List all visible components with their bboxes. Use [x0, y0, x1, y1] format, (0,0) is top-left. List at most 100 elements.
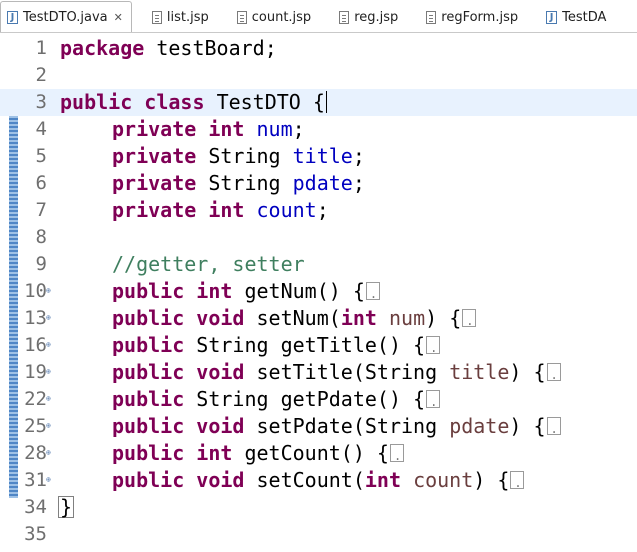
code-token: count — [413, 468, 474, 492]
code-line[interactable]: 35 — [0, 521, 637, 548]
tab-label: TestDTO.java — [23, 9, 108, 25]
line-number: 10 — [24, 280, 47, 302]
code-token: void — [196, 414, 245, 438]
code-line[interactable]: 9 //getter, setter — [0, 251, 637, 278]
code-token: public — [112, 414, 185, 438]
code-line[interactable]: 4 private int num; — [0, 116, 637, 143]
code-text: //getter, setter — [112, 251, 305, 278]
collapsed-code-marker[interactable] — [426, 389, 441, 416]
collapsed-code-marker[interactable] — [510, 470, 525, 497]
tab-count-jsp[interactable]: count.jsp — [231, 3, 319, 32]
code-token: num — [256, 117, 293, 141]
code-token: pdate — [449, 414, 510, 438]
expand-fold-icon[interactable]: ⊕ — [46, 449, 53, 457]
collapsed-code-marker[interactable] — [389, 443, 404, 470]
code-line[interactable]: 10 ⊕ public int getNum() { — [0, 278, 637, 308]
code-line[interactable]: 34} — [0, 494, 637, 521]
line-number: 28 — [24, 442, 47, 464]
code-token: public — [112, 279, 185, 303]
expand-fold-icon[interactable]: ⊕ — [46, 476, 53, 484]
code-token: int — [196, 441, 233, 465]
tab-testdto-java[interactable]: J TestDTO.java ✕ — [0, 1, 132, 32]
code-token: setCount( — [256, 468, 365, 492]
code-text: private int num; — [112, 116, 305, 143]
code-token: String getTitle() { — [196, 333, 426, 357]
code-line[interactable]: 13 ⊕ public void setNum(int num) { — [0, 305, 637, 335]
collapsed-code-marker[interactable] — [462, 308, 477, 335]
code-text: private String pdate; — [112, 170, 365, 197]
code-line[interactable]: 2 — [0, 62, 637, 89]
code-token: setNum( — [256, 306, 341, 330]
text-cursor — [325, 91, 327, 113]
collapsed-code-marker[interactable] — [546, 416, 561, 443]
code-token: private — [112, 117, 197, 141]
expand-fold-icon[interactable]: ⊕ — [46, 395, 53, 403]
line-number: 9 — [35, 253, 47, 275]
code-token: testBoard; — [156, 36, 277, 60]
line-number: 19 — [24, 361, 47, 383]
java-file-icon: J — [7, 10, 18, 24]
expand-fold-icon[interactable]: ⊕ — [46, 341, 53, 349]
code-token: String — [208, 144, 281, 168]
code-token: setTitle(String — [256, 360, 438, 384]
code-token: getCount() { — [244, 441, 389, 465]
code-token: pdate — [292, 171, 353, 195]
collapsed-code-marker[interactable] — [546, 362, 561, 389]
code-text: public int getCount() { — [112, 440, 404, 470]
tab-testda[interactable]: J TestDA — [540, 3, 614, 32]
code-line[interactable]: 22 ⊕ public String getPdate() { — [0, 386, 637, 416]
expand-fold-icon[interactable]: ⊕ — [46, 422, 53, 430]
code-line[interactable]: 31 ⊕ public void setCount(int count) { — [0, 467, 637, 497]
code-token: ; — [316, 198, 329, 222]
java-file-icon: J — [546, 11, 558, 24]
line-number: 13 — [24, 307, 47, 329]
code-token: title — [292, 144, 353, 168]
code-text: public int getNum() { — [112, 278, 380, 308]
code-token: count — [256, 198, 317, 222]
code-line[interactable]: 1 package testBoard; — [0, 35, 637, 62]
close-icon[interactable]: ✕ — [114, 11, 123, 24]
code-text: public String getTitle() { — [112, 332, 441, 362]
code-token: int — [208, 117, 245, 141]
tab-regform-jsp[interactable]: regForm.jsp — [420, 3, 526, 32]
expand-fold-icon[interactable]: ⊕ — [46, 314, 53, 322]
code-token: int — [340, 306, 377, 330]
code-token: void — [196, 468, 245, 492]
code-line[interactable]: 7 private int count; — [0, 197, 637, 224]
code-text: } — [58, 494, 75, 521]
code-token: ; — [352, 144, 365, 168]
line-number: 7 — [35, 199, 47, 221]
line-number: 2 — [35, 64, 47, 86]
code-line[interactable]: 3 public class TestDTO { — [0, 89, 637, 116]
jsp-file-icon — [151, 11, 162, 24]
code-token: public — [60, 90, 133, 114]
code-text: public void setPdate(String pdate) { — [112, 413, 561, 443]
expand-fold-icon[interactable]: ⊕ — [46, 287, 53, 295]
code-token: //getter, setter — [112, 252, 305, 276]
code-token: public — [112, 333, 185, 357]
code-token: TestDTO { — [216, 90, 325, 114]
code-token: ) { — [425, 306, 462, 330]
expand-fold-icon[interactable]: ⊕ — [46, 368, 53, 376]
code-token: public — [112, 468, 185, 492]
code-line[interactable]: 19 ⊕ public void setTitle(String title) { — [0, 359, 637, 389]
tab-list-jsp[interactable]: list.jsp — [146, 3, 217, 32]
code-line[interactable]: 6 private String pdate; — [0, 170, 637, 197]
code-line[interactable]: 8 — [0, 224, 637, 251]
code-line[interactable]: 28 ⊕ public int getCount() { — [0, 440, 637, 470]
code-token: int — [208, 198, 245, 222]
code-line[interactable]: 16 ⊕ public String getTitle() { — [0, 332, 637, 362]
tab-label: TestDA — [562, 10, 607, 25]
jsp-file-icon — [426, 11, 437, 24]
line-number: 3 — [35, 91, 47, 113]
collapsed-code-marker[interactable] — [365, 281, 380, 308]
tab-reg-jsp[interactable]: reg.jsp — [333, 3, 406, 32]
code-token: ) { — [509, 414, 546, 438]
line-number: 6 — [35, 172, 47, 194]
code-line[interactable]: 5 private String title; — [0, 143, 637, 170]
code-token: title — [449, 360, 510, 384]
code-line[interactable]: 25 ⊕ public void setPdate(String pdate) { — [0, 413, 637, 443]
code-token: private — [112, 144, 197, 168]
collapsed-code-marker[interactable] — [426, 335, 441, 362]
code-editor[interactable]: 1 package testBoard; 2 3 public class TestDT… — [0, 33, 637, 552]
